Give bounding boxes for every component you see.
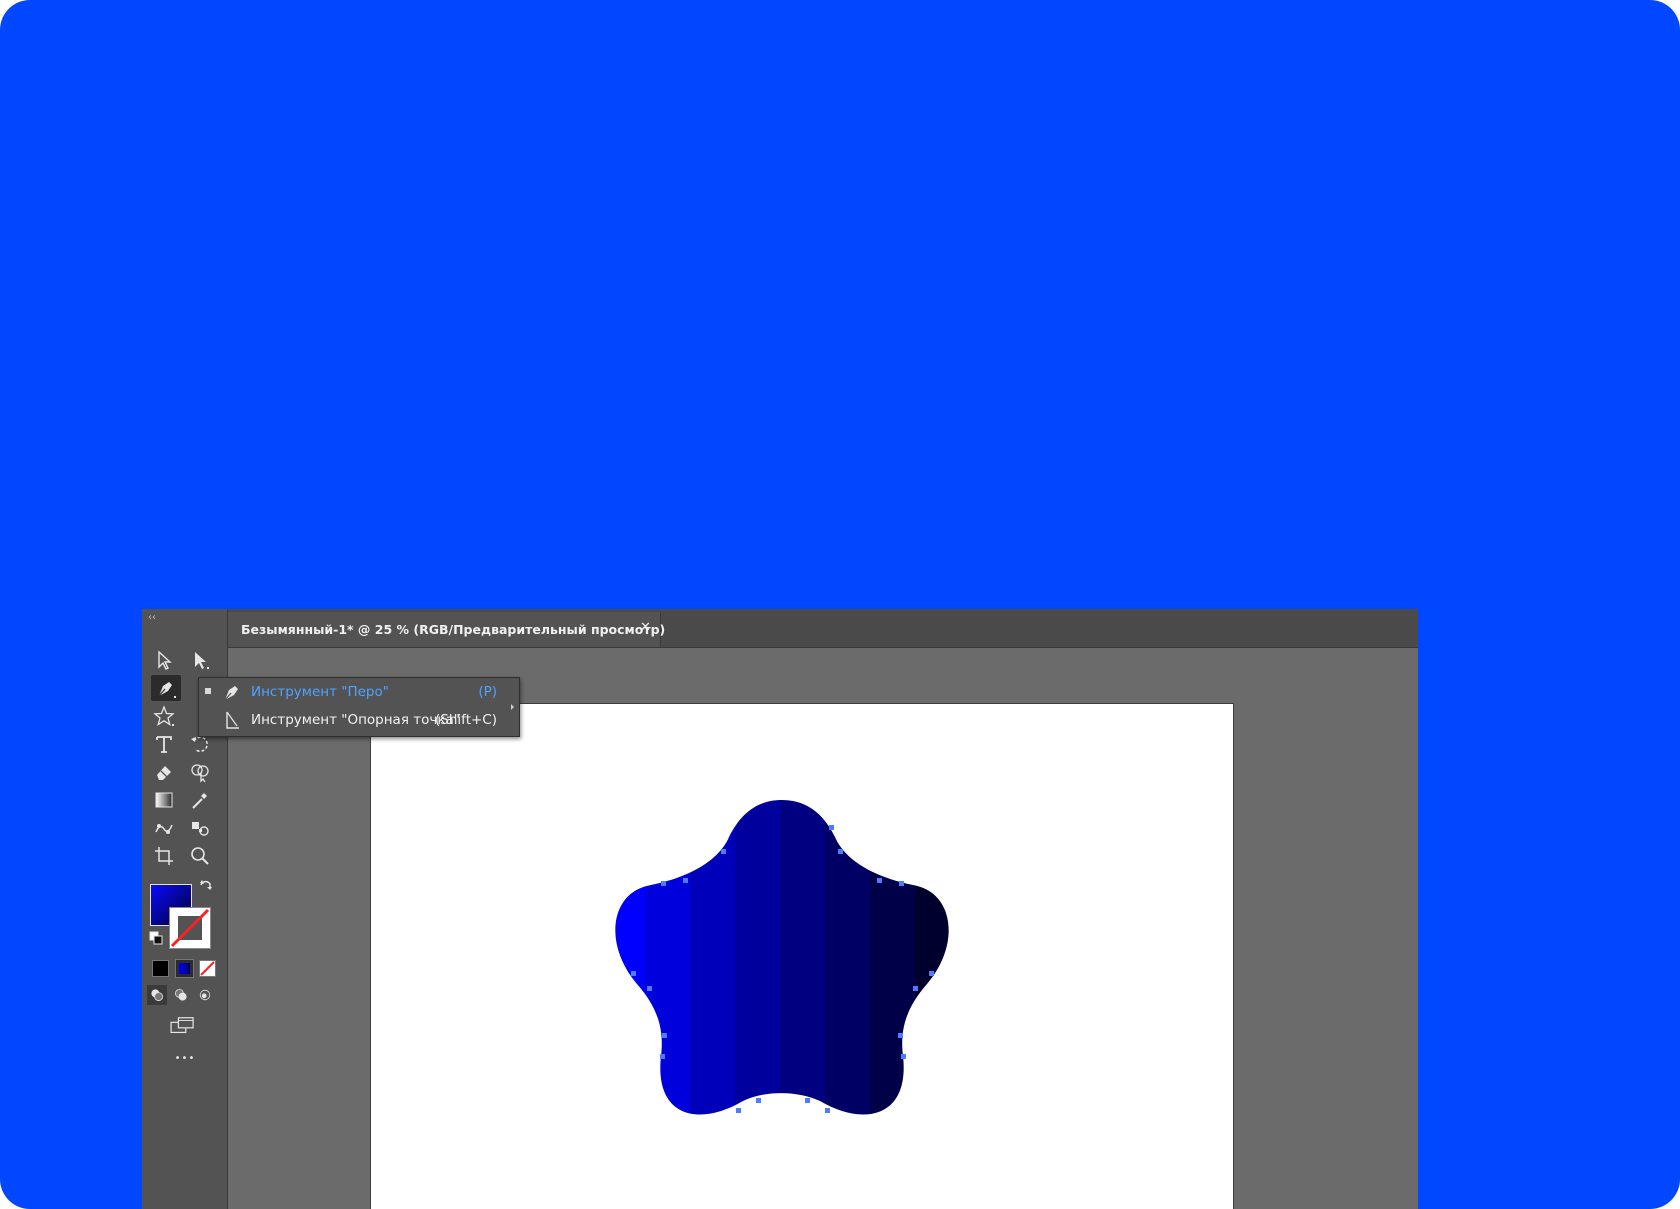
collapse-panel-button[interactable]: ‹‹ bbox=[148, 612, 156, 623]
draw-normal-button[interactable] bbox=[147, 985, 167, 1005]
none-mode-button[interactable] bbox=[199, 960, 216, 977]
star-icon bbox=[153, 705, 175, 726]
zoom-tool[interactable] bbox=[187, 843, 213, 869]
flyout-item-pen[interactable]: Инструмент "Перо" (P) bbox=[199, 678, 519, 706]
default-colors-button[interactable] bbox=[149, 930, 163, 945]
flyout-shortcut-anchor-point: (Shift+C) bbox=[435, 712, 497, 728]
illustrator-window: ‹‹ ••• Безымянный-1* @ 25 % (RGB/Предвар… bbox=[142, 609, 1418, 1209]
tearoff-arrow-icon[interactable] bbox=[511, 704, 514, 710]
artboard-icon bbox=[155, 847, 173, 865]
default-colors-icon bbox=[149, 931, 163, 945]
arrow-filled-icon bbox=[195, 652, 209, 669]
close-icon[interactable]: ✕ bbox=[640, 620, 651, 635]
artboard-tool[interactable] bbox=[151, 843, 177, 869]
active-bullet-icon bbox=[205, 688, 211, 694]
shape-builder-tool[interactable] bbox=[187, 759, 213, 785]
swap-arrow-icon bbox=[200, 880, 212, 890]
star-tool[interactable] bbox=[151, 703, 177, 729]
anchor-point-icon bbox=[226, 711, 239, 729]
shape-builder-icon bbox=[191, 764, 209, 783]
edit-toolbar-button[interactable]: ••• bbox=[168, 1053, 202, 1064]
pen-icon bbox=[158, 682, 176, 698]
eraser-tool[interactable] bbox=[151, 759, 177, 785]
gradient-icon bbox=[155, 792, 173, 808]
symbol-sprayer-icon bbox=[192, 822, 209, 836]
color-mode-button[interactable] bbox=[152, 960, 169, 977]
flyout-label-anchor-point: Инструмент "Опорная точка" bbox=[251, 712, 460, 728]
symbol-sprayer-tool[interactable] bbox=[187, 815, 213, 841]
document-title: Безымянный-1* @ 25 % (RGB/Предварительны… bbox=[241, 622, 666, 637]
draw-normal-icon bbox=[151, 989, 163, 1001]
rounded-star-shape[interactable] bbox=[371, 704, 1233, 1209]
stroke-swatch[interactable] bbox=[169, 907, 211, 949]
none-slash-icon bbox=[170, 908, 210, 948]
gradient-mode-button[interactable] bbox=[175, 959, 194, 978]
pen-tool[interactable] bbox=[151, 675, 181, 701]
artboard[interactable] bbox=[370, 703, 1234, 1209]
none-slash-icon bbox=[200, 961, 215, 976]
draw-behind-icon bbox=[175, 989, 187, 1001]
flyout-label-pen: Инструмент "Перо" bbox=[251, 684, 389, 700]
swap-fill-stroke-button[interactable] bbox=[198, 879, 214, 895]
screen-mode-button[interactable] bbox=[168, 1014, 198, 1038]
pen-icon bbox=[224, 686, 238, 701]
screen-mode-icon bbox=[170, 1017, 194, 1034]
background: ‹‹ ••• Безымянный-1* @ 25 % (RGB/Предвар… bbox=[0, 0, 1680, 1209]
gradient-tool[interactable] bbox=[151, 787, 177, 813]
type-tool[interactable] bbox=[151, 731, 177, 757]
puppet-warp-icon bbox=[155, 824, 173, 834]
zoom-icon bbox=[191, 847, 209, 865]
draw-inside-button[interactable] bbox=[195, 985, 215, 1005]
direct-selection-tool[interactable] bbox=[187, 647, 213, 673]
flyout-shortcut-pen: (P) bbox=[478, 684, 497, 700]
type-icon bbox=[156, 736, 172, 753]
document-tab-bar: Безымянный-1* @ 25 % (RGB/Предварительны… bbox=[228, 609, 1418, 648]
eyedropper-icon bbox=[192, 793, 207, 809]
eyedropper-tool[interactable] bbox=[187, 787, 213, 813]
draw-inside-icon bbox=[199, 989, 211, 1001]
eraser-icon bbox=[157, 766, 171, 780]
pen-tool-flyout: Инструмент "Перо" (P) Инструмент "Опорна… bbox=[198, 677, 520, 737]
selection-tool[interactable] bbox=[151, 647, 177, 673]
puppet-warp-tool[interactable] bbox=[151, 815, 177, 841]
arrow-outline-icon bbox=[158, 650, 172, 670]
flyout-item-anchor-point[interactable]: Инструмент "Опорная точка" (Shift+C) bbox=[199, 706, 519, 734]
document-tab[interactable]: Безымянный-1* @ 25 % (RGB/Предварительны… bbox=[228, 612, 665, 647]
draw-behind-button[interactable] bbox=[171, 985, 191, 1005]
